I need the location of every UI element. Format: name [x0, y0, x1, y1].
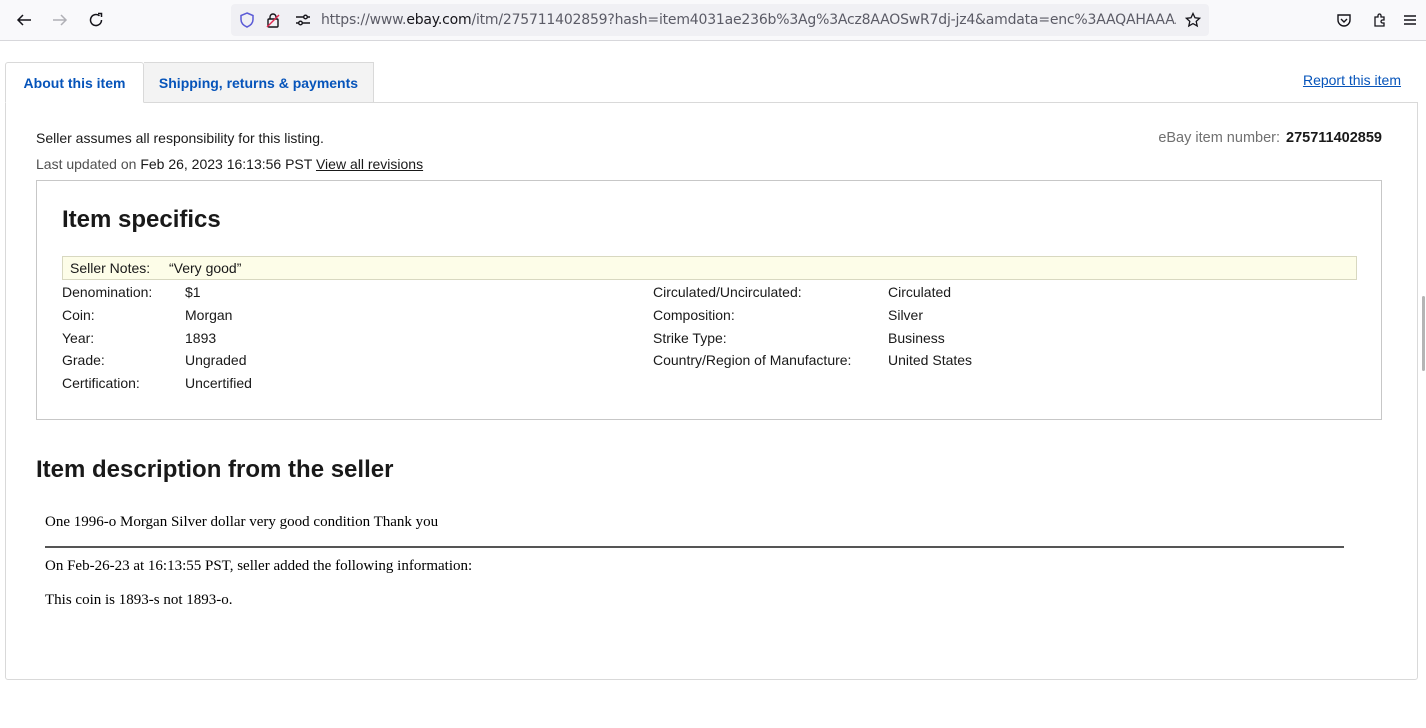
spec-value: Ungraded [185, 352, 247, 368]
spec-label: Circulated/Uncirculated: [653, 284, 802, 300]
description-update-note: On Feb-26-23 at 16:13:55 PST, seller add… [45, 558, 473, 574]
tab-shipping-returns-payments[interactable]: Shipping, returns & payments [144, 62, 374, 103]
report-item-link[interactable]: Report this item [1303, 72, 1401, 88]
description-divider [45, 546, 1344, 548]
spec-value: Uncertified [185, 375, 252, 391]
description-text: One 1996-o Morgan Silver dollar very goo… [45, 514, 439, 530]
spec-label: Composition: [653, 307, 735, 323]
permissions-icon[interactable] [291, 8, 315, 32]
tab-about-this-item[interactable]: About this item [5, 62, 144, 103]
page-scrollbar[interactable] [1418, 41, 1426, 728]
spec-label: Certification: [62, 375, 140, 391]
spec-value: Morgan [185, 307, 233, 323]
scrollbar-thumb[interactable] [1422, 296, 1425, 371]
forward-icon[interactable] [48, 8, 72, 32]
last-updated-label: Last updated on [36, 156, 137, 172]
reload-icon[interactable] [84, 8, 108, 32]
spec-value: 1893 [185, 330, 217, 346]
address-bar[interactable]: https://www.ebay.com/itm/275711402859?ha… [231, 4, 1209, 36]
spec-label: Denomination: [62, 284, 153, 300]
lock-icon[interactable] [261, 8, 285, 32]
item-number-value: 275711402859 [1286, 130, 1382, 146]
spec-label: Coin: [62, 307, 95, 323]
view-revisions-link[interactable]: View all revisions [316, 156, 423, 172]
pocket-icon[interactable] [1332, 8, 1356, 32]
spec-label: Country/Region of Manufacture: [653, 352, 852, 368]
seller-notes-label: Seller Notes: [70, 260, 151, 276]
menu-icon[interactable] [1398, 8, 1422, 32]
back-icon[interactable] [12, 8, 36, 32]
item-description-title: Item description from the seller [36, 456, 394, 483]
bookmark-star-icon[interactable] [1181, 8, 1205, 32]
spec-value: Business [888, 330, 945, 346]
extensions-icon[interactable] [1368, 8, 1392, 32]
seller-notes-value: “Very good” [169, 260, 242, 276]
seller-responsibility-text: Seller assumes all responsibility for th… [36, 130, 324, 146]
last-updated-date: Feb 26, 2023 16:13:56 PST [140, 156, 313, 172]
spec-label: Grade: [62, 352, 105, 368]
spec-value: United States [888, 352, 973, 368]
tracking-protection-icon[interactable] [235, 8, 259, 32]
item-number-label: eBay item number: [1158, 130, 1281, 146]
item-specifics-title: Item specifics [62, 206, 221, 233]
last-updated: Last updated on Feb 26, 2023 16:13:56 PS… [36, 156, 423, 172]
spec-value: Silver [888, 307, 924, 323]
seller-notes: Seller Notes: “Very good” [62, 256, 1357, 280]
spec-value: $1 [185, 284, 201, 300]
description-update-text: This coin is 1893-s not 1893-o. [45, 592, 233, 608]
spec-label: Year: [62, 330, 95, 346]
spec-label: Strike Type: [653, 330, 727, 346]
url-text: https://www.ebay.com/itm/275711402859?ha… [321, 12, 1176, 28]
browser-toolbar: https://www.ebay.com/itm/275711402859?ha… [0, 0, 1426, 41]
spec-value: Circulated [888, 284, 952, 300]
item-number: eBay item number: 275711402859 [1158, 130, 1382, 146]
